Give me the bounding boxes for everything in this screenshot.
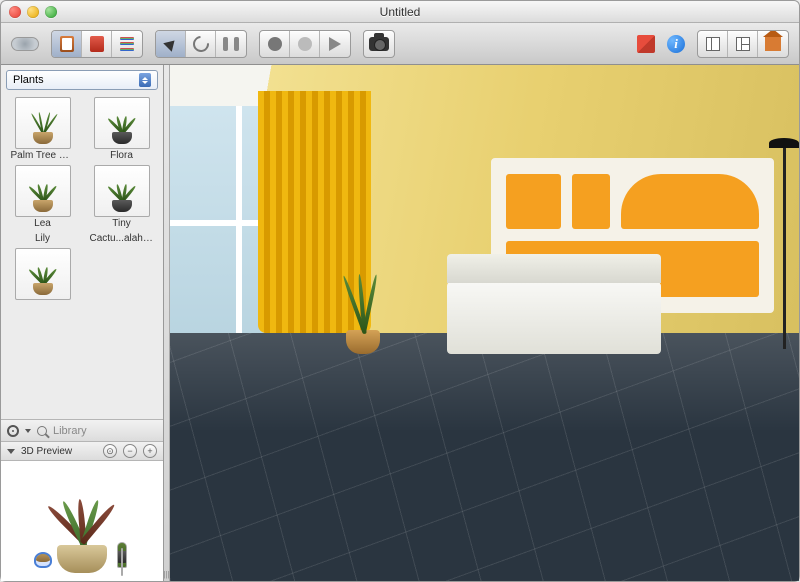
library-thumbnail	[15, 248, 71, 300]
gear-icon[interactable]	[7, 425, 19, 437]
layout-2col-icon	[706, 37, 720, 51]
library-item[interactable]: Lily	[5, 233, 80, 244]
library-panel[interactable]: Palm Tree High Flora Lea Tiny Lily Cactu...al…	[1, 95, 163, 419]
preview-object	[37, 483, 127, 573]
scene-lamp	[783, 142, 786, 348]
app-window: Untitled i	[0, 0, 800, 582]
list-icon	[120, 37, 134, 51]
library-item-label: Flora	[110, 150, 133, 161]
stop-icon	[298, 37, 312, 51]
scene-plant	[346, 330, 380, 354]
snapshot-button[interactable]	[364, 31, 394, 57]
layout-segment	[697, 30, 789, 58]
layout-3pane-icon	[736, 37, 750, 51]
scene-floor	[170, 333, 799, 581]
book-icon	[60, 36, 74, 52]
home-icon	[765, 37, 781, 51]
gear-menu-chevron-icon[interactable]	[25, 429, 31, 433]
library-thumbnail	[94, 97, 150, 149]
library-red-button[interactable]	[82, 31, 112, 57]
dropdown-stepper-icon	[139, 73, 151, 87]
toolbar: i	[1, 23, 799, 65]
library-item[interactable]: Lea	[5, 165, 80, 229]
rotate-icon	[189, 32, 212, 55]
slide-tool-button[interactable]	[216, 31, 246, 57]
scene-sofa	[447, 282, 661, 354]
layout-3pane-button[interactable]	[728, 31, 758, 57]
camera-icon	[369, 37, 389, 51]
library-view-segment	[51, 30, 143, 58]
layout-split-button[interactable]	[698, 31, 728, 57]
slider-icon	[223, 37, 239, 51]
package-icon[interactable]	[637, 35, 655, 53]
play-icon	[329, 37, 341, 51]
stop-button[interactable]	[290, 31, 320, 57]
disclosure-triangle-icon[interactable]	[7, 449, 15, 454]
record-icon	[268, 37, 282, 51]
library-thumbnail	[15, 97, 71, 149]
library-footer: Library	[1, 419, 163, 441]
library-item-label: Cactu...alahari	[90, 233, 154, 244]
library-thumbnail	[15, 165, 71, 217]
library-item[interactable]: Tiny	[84, 165, 159, 229]
info-icon[interactable]: i	[667, 35, 685, 53]
home-button[interactable]	[758, 31, 788, 57]
rotate-tool-button[interactable]	[186, 31, 216, 57]
library-thumbnail	[94, 165, 150, 217]
search-icon	[37, 426, 47, 436]
main-body: Plants Palm Tree High Flora Lea Tiny Lily Cac…	[1, 65, 799, 581]
toolbar-pill-icon[interactable]	[11, 37, 39, 51]
library-item[interactable]: Flora	[84, 97, 159, 161]
library-item-label: Palm Tree High	[11, 150, 75, 161]
titlebar[interactable]: Untitled	[1, 1, 799, 23]
window-title: Untitled	[1, 5, 799, 19]
select-tool-button[interactable]	[156, 31, 186, 57]
sidebar: Plants Palm Tree High Flora Lea Tiny Lily Cac…	[1, 65, 164, 581]
snapshot-segment	[363, 30, 395, 58]
zoom-out-button[interactable]: −	[123, 444, 137, 458]
red-box-icon	[90, 36, 104, 52]
library-list-button[interactable]	[112, 31, 142, 57]
library-item[interactable]	[84, 248, 159, 301]
preview-3d[interactable]	[1, 461, 163, 581]
zoom-fit-button[interactable]: ⊙	[103, 444, 117, 458]
library-item[interactable]	[5, 248, 80, 301]
tool-segment	[155, 30, 247, 58]
play-button[interactable]	[320, 31, 350, 57]
library-item[interactable]: Cactu...alahari	[84, 233, 159, 244]
cursor-icon	[163, 36, 179, 52]
scene-curtain	[258, 91, 371, 334]
search-input[interactable]: Library	[53, 425, 157, 437]
library-item-label: Lea	[34, 218, 51, 229]
category-label: Plants	[13, 74, 44, 86]
preview-header: 3D Preview ⊙ − +	[1, 441, 163, 461]
record-segment	[259, 30, 351, 58]
library-item-label: Tiny	[112, 218, 131, 229]
preview-title: 3D Preview	[21, 446, 97, 457]
library-item-label: Lily	[35, 233, 50, 244]
record-button[interactable]	[260, 31, 290, 57]
library-catalog-button[interactable]	[52, 31, 82, 57]
category-dropdown[interactable]: Plants	[6, 70, 158, 90]
viewport-3d[interactable]	[170, 65, 799, 581]
library-item[interactable]: Palm Tree High	[5, 97, 80, 161]
zoom-in-button[interactable]: +	[143, 444, 157, 458]
